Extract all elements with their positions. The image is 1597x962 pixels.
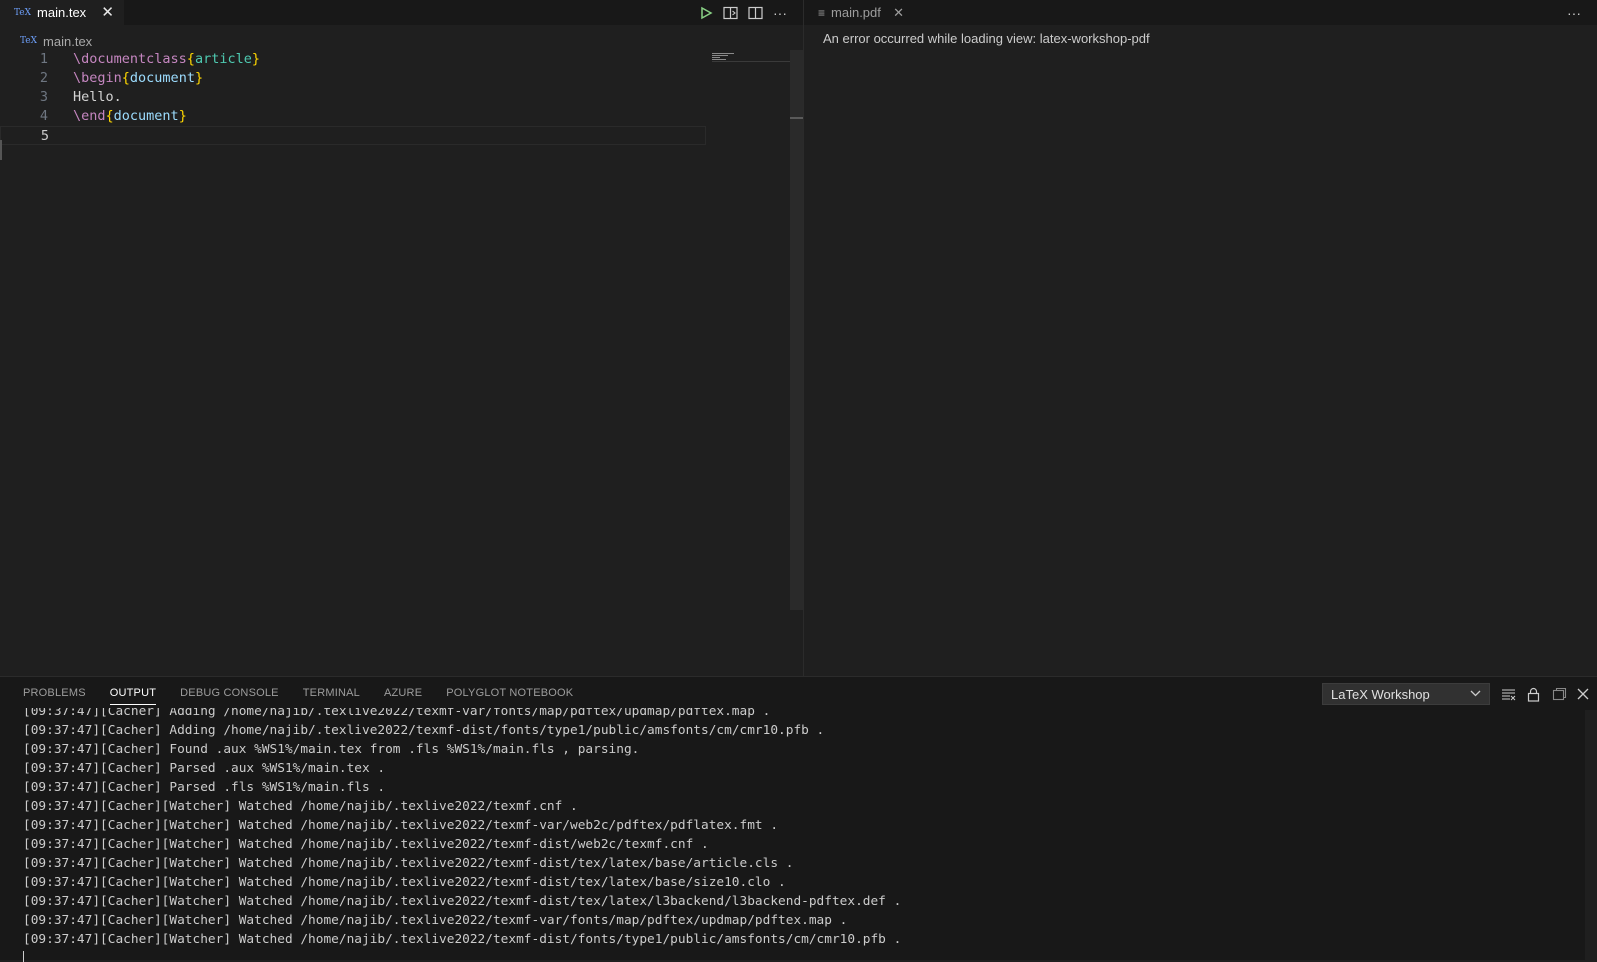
- output-line: [09:37:47][Cacher][Watcher] Watched /hom…: [23, 875, 786, 890]
- code-token: \begin: [73, 70, 122, 86]
- error-message: An error occurred while loading view: la…: [823, 31, 1150, 46]
- output-line: [09:37:47][Cacher] Adding /home/najib/.t…: [23, 723, 825, 738]
- panel-tab-debug-console[interactable]: DEBUG CONSOLE: [168, 676, 291, 710]
- code-token: }: [194, 70, 204, 86]
- more-actions-icon[interactable]: ···: [771, 4, 789, 22]
- panel-tab-bar: PROBLEMS OUTPUT DEBUG CONSOLE TERMINAL AZURE…: [0, 676, 585, 710]
- close-tab-icon[interactable]: ✕: [893, 6, 904, 19]
- channel-label: LaTeX Workshop: [1331, 686, 1430, 702]
- code-line[interactable]: 5: [0, 126, 706, 145]
- tex-file-icon: TeX: [14, 7, 32, 18]
- output-view[interactable]: [09:37:47][Cacher] Adding /home/najib/.t…: [0, 708, 1585, 960]
- code-token: }: [251, 51, 260, 67]
- output-line: [09:37:47][Cacher] Parsed .fls %WS1%/mai…: [23, 780, 386, 795]
- output-line: [09:37:47][Cacher][Watcher] Watched /hom…: [23, 856, 794, 871]
- code-line[interactable]: 4 \end{document}: [0, 107, 706, 126]
- scrollbar-position-marker: [790, 117, 804, 119]
- chevron-down-icon: [1470, 688, 1481, 700]
- line-number: 5: [40, 128, 49, 144]
- code-token: }: [178, 108, 187, 124]
- panel-tab-azure[interactable]: AZURE: [372, 676, 434, 710]
- output-line: [09:37:47][Cacher][Watcher] Watched /hom…: [23, 932, 902, 947]
- sash-handle[interactable]: [0, 140, 2, 160]
- code-token: Hello.: [73, 89, 122, 105]
- output-line: [09:37:47][Cacher] Parsed .aux %WS1%/mai…: [23, 761, 386, 776]
- output-line: [09:37:47][Cacher] Adding /home/najib/.t…: [23, 708, 771, 719]
- breadcrumb[interactable]: TeX main.tex: [20, 32, 92, 50]
- code-line[interactable]: 3 Hello.: [0, 88, 706, 107]
- code-text: \end{document}: [73, 107, 187, 126]
- pdf-file-icon: ≡: [818, 5, 826, 20]
- panel-tab-output[interactable]: OUTPUT: [98, 676, 168, 710]
- output-cursor: [23, 951, 24, 962]
- output-line: [09:37:47][Cacher][Watcher] Watched /hom…: [23, 913, 848, 928]
- code-token: \documentclass: [73, 51, 187, 67]
- output-line: [09:37:47][Cacher][Watcher] Watched /hom…: [23, 818, 779, 833]
- maximize-panel-icon[interactable]: [1550, 685, 1568, 703]
- code-token: \end: [73, 108, 106, 124]
- code-line[interactable]: 1 \documentclass{article}: [0, 50, 706, 69]
- tex-file-icon: TeX: [20, 36, 38, 46]
- panel-tab-polyglot-notebook[interactable]: POLYGLOT NOTEBOOK: [434, 676, 585, 710]
- split-editor-icon[interactable]: [746, 4, 764, 22]
- tab-label: main.tex: [37, 5, 87, 20]
- panel-tab-problems[interactable]: PROBLEMS: [0, 676, 98, 710]
- line-number: 3: [39, 89, 48, 105]
- output-line: [09:37:47][Cacher][Watcher] Watched /hom…: [23, 894, 902, 909]
- preview-icon[interactable]: [721, 4, 739, 22]
- output-line: [09:37:47][Cacher] Found .aux %WS1%/main…: [23, 742, 640, 757]
- clear-output-icon[interactable]: [1499, 685, 1517, 703]
- right-tab-bar: ≡ main.pdf ✕ ···: [804, 0, 1597, 25]
- lock-scroll-icon[interactable]: [1524, 685, 1542, 703]
- editor-scrollbar[interactable]: [790, 50, 804, 610]
- line-number: 4: [39, 108, 48, 124]
- run-icon[interactable]: [697, 4, 715, 22]
- tab-label: main.pdf: [831, 5, 881, 20]
- more-actions-icon[interactable]: ···: [1565, 4, 1583, 22]
- editor-splitter[interactable]: [803, 0, 804, 676]
- code-token: document: [129, 70, 195, 86]
- code-text: Hello.: [73, 88, 122, 107]
- breadcrumb-label[interactable]: main.tex: [43, 34, 92, 49]
- code-token: document: [113, 108, 179, 124]
- code-text: \documentclass{article}: [73, 50, 260, 69]
- output-channel-select[interactable]: LaTeX Workshop: [1322, 683, 1490, 705]
- code-line[interactable]: 2 \begin{document}: [0, 69, 706, 88]
- panel-tab-terminal[interactable]: TERMINAL: [291, 676, 372, 710]
- output-scrollbar[interactable]: [1585, 710, 1597, 960]
- line-number: 2: [39, 70, 48, 86]
- output-lines: [09:37:47][Cacher] Adding /home/najib/.t…: [23, 708, 901, 949]
- minimap[interactable]: [712, 50, 790, 62]
- close-tab-icon[interactable]: ✕: [101, 5, 114, 20]
- tab-main-pdf[interactable]: ≡ main.pdf ✕: [804, 0, 914, 25]
- close-panel-icon[interactable]: [1574, 685, 1592, 703]
- code-token: {: [186, 51, 195, 67]
- line-number: 1: [39, 51, 48, 67]
- output-line: [09:37:47][Cacher][Watcher] Watched /hom…: [23, 799, 578, 814]
- code-editor[interactable]: 1 \documentclass{article} 2 \begin{document…: [0, 50, 790, 676]
- left-tab-bar: TeX main.tex ✕ ···: [0, 0, 803, 25]
- code-token: {: [121, 70, 130, 86]
- tab-main-tex[interactable]: TeX main.tex ✕: [0, 0, 124, 25]
- code-text: \begin{document}: [73, 69, 203, 88]
- code-token: article: [194, 51, 252, 67]
- output-line: [09:37:47][Cacher][Watcher] Watched /hom…: [23, 837, 709, 852]
- code-token: {: [105, 108, 114, 124]
